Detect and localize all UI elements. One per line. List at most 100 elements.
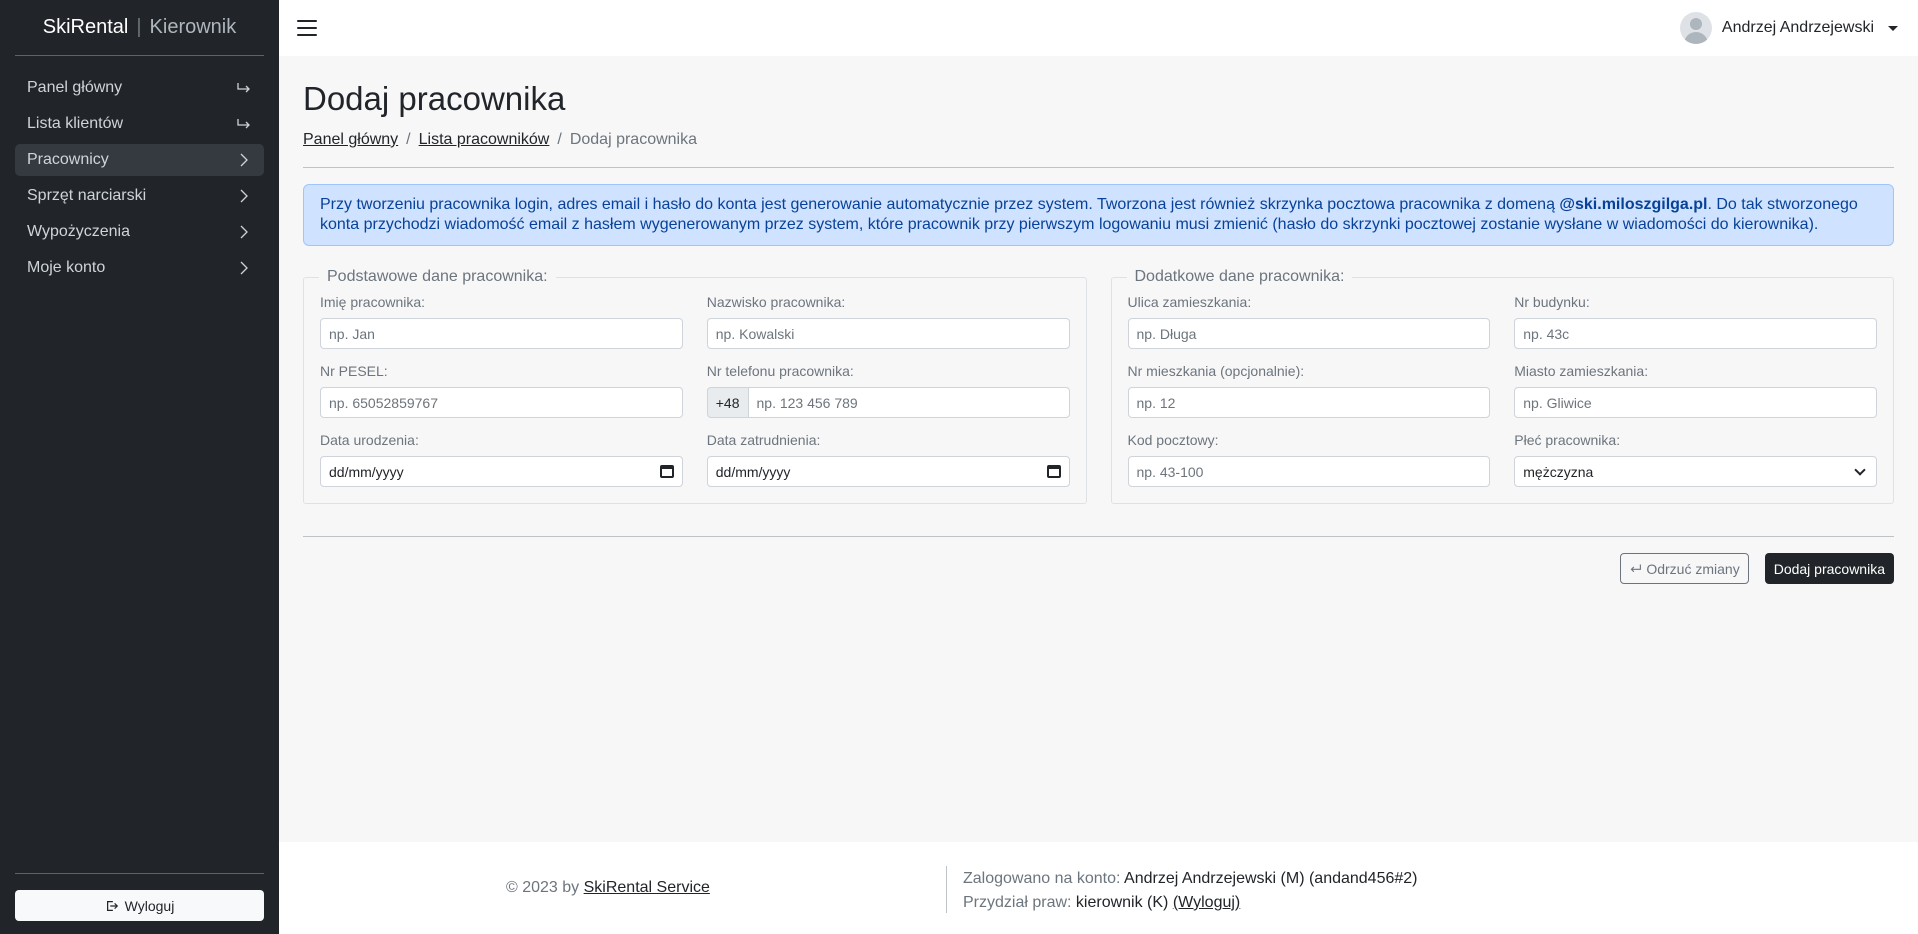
street-label: Ulica zamieszkania: (1127, 294, 1252, 310)
apartment-label: Nr mieszkania (opcjonalnie): (1127, 363, 1305, 379)
sidebar-item-pracownicy[interactable]: Pracownicy (15, 144, 264, 176)
alert-domain: @ski.miloszgilga.pl (1559, 196, 1708, 213)
sidebar-nav: Panel główny Lista klientów Pracownicy S… (0, 72, 279, 284)
city-field-group: Miasto zamieszkania: np. Gliwice (1514, 363, 1877, 418)
phone-prefix: +48 (706, 387, 748, 418)
street-input[interactable]: np. Długa (1127, 318, 1491, 349)
last-name-input[interactable]: np. Kowalski (706, 318, 1070, 349)
brand-role: Kierownik (149, 16, 237, 38)
gender-select[interactable]: mężczyzna (1514, 456, 1877, 487)
divider (303, 536, 1894, 537)
extra-data-fieldset: Dodatkowe dane pracownika: Ulica zamiesz… (1110, 268, 1894, 504)
info-alert: Przy tworzeniu pracownika login, adres e… (303, 184, 1894, 246)
first-name-input[interactable]: np. Jan (320, 318, 683, 349)
brand-app-name: SkiRental (42, 16, 129, 38)
birth-date-field-group: Data urodzenia: dd/mm/yyyy (320, 432, 683, 487)
hire-date-input[interactable]: dd/mm/yyyy (706, 456, 1070, 487)
footer-service-link[interactable]: SkiRental Service (584, 879, 710, 896)
sidebar-item-sprzet-narciarski[interactable]: Sprzęt narciarski (15, 180, 264, 212)
breadcrumb-current: Dodaj pracownika (569, 131, 697, 148)
sidebar-item-label: Pracownicy (27, 151, 109, 168)
calendar-icon[interactable] (1046, 465, 1061, 478)
building-field-group: Nr budynku: np. 43c (1514, 294, 1877, 349)
pesel-label: Nr PESEL: (320, 363, 388, 379)
birth-date-input[interactable]: dd/mm/yyyy (320, 456, 683, 487)
phone-input[interactable]: np. 123 456 789 (747, 387, 1070, 418)
hire-date-value: dd/mm/yyyy (715, 463, 791, 480)
footer-rights-label: Przydział praw: (963, 894, 1076, 911)
calendar-icon[interactable] (659, 465, 674, 478)
hamburger-menu-icon[interactable] (297, 20, 317, 36)
basic-data-legend: Podstawowe dane pracownika: (327, 268, 548, 285)
chevron-down-icon (1854, 463, 1866, 476)
main-content: Dodaj pracownika Panel główny / Lista pr… (279, 56, 1918, 584)
form-fieldsets: Podstawowe dane pracownika: Imię pracown… (303, 268, 1894, 504)
breadcrumb-lista-pracownikow[interactable]: Lista pracowników (419, 131, 550, 149)
postal-label: Kod pocztowy: (1127, 432, 1219, 448)
sidebar-item-label: Panel główny (27, 79, 123, 96)
city-input[interactable]: np. Gliwice (1514, 387, 1877, 418)
divider (15, 873, 264, 874)
birth-date-label: Data urodzenia: (320, 432, 419, 448)
sidebar-item-label: Sprzęt narciarski (27, 187, 147, 204)
caret-down-icon (1888, 25, 1898, 31)
chevron-right-icon (240, 225, 248, 239)
sidebar-bottom: Wyloguj (15, 873, 264, 921)
sidebar-logout-label: Wyloguj (124, 897, 175, 914)
sidebar-logout-button[interactable]: Wyloguj (15, 890, 264, 921)
breadcrumb-divider: / (557, 131, 562, 148)
arrow-return-left-icon (1630, 564, 1642, 573)
pesel-input[interactable]: np. 65052859767 (320, 387, 683, 418)
arrow-return-right-icon (237, 119, 250, 129)
footer-copy-prefix: © 2023 by (506, 879, 584, 896)
footer-copyright: © 2023 by SkiRental Service (506, 879, 710, 897)
footer-rights-row: Przydział praw: kierownik (K) (Wyloguj) (963, 891, 1418, 915)
sidebar-item-label: Lista klientów (27, 115, 124, 132)
pesel-field-group: Nr PESEL: np. 65052859767 (320, 363, 683, 418)
footer-logged-value: Andrzej Andrzejewski (M) (andand456#2) (1124, 870, 1418, 887)
sidebar-item-wypozyczenia[interactable]: Wypożyczenia (15, 216, 264, 248)
footer-account-info: Zalogowano na konto: Andrzej Andrzejewsk… (963, 867, 1418, 915)
building-input[interactable]: np. 43c (1514, 318, 1877, 349)
sidebar: SkiRental | Kierownik Panel główny Lista… (0, 0, 279, 934)
birth-date-value: dd/mm/yyyy (329, 463, 404, 480)
brand[interactable]: SkiRental | Kierownik (15, 0, 264, 56)
user-menu[interactable]: Andrzej Andrzejewski (1679, 12, 1898, 44)
chevron-right-icon (240, 189, 248, 203)
topbar: Andrzej Andrzejewski (279, 0, 1918, 56)
breadcrumb-panel-glowny[interactable]: Panel główny (303, 131, 398, 149)
discard-changes-label: Odrzuć zmiany (1646, 560, 1740, 577)
breadcrumb-divider: / (406, 131, 411, 148)
street-field-group: Ulica zamieszkania: np. Długa (1127, 294, 1491, 349)
arrow-return-right-icon (237, 83, 250, 93)
apartment-input[interactable]: np. 12 (1127, 387, 1491, 418)
city-label: Miasto zamieszkania: (1514, 363, 1649, 379)
postal-input[interactable]: np. 43-100 (1127, 456, 1491, 487)
first-name-label: Imię pracownika: (320, 294, 426, 310)
footer-logout-link[interactable]: (Wyloguj) (1173, 894, 1240, 911)
page-title: Dodaj pracownika (303, 80, 566, 117)
last-name-label: Nazwisko pracownika: (706, 294, 846, 310)
sidebar-item-moje-konto[interactable]: Moje konto (15, 252, 264, 284)
sidebar-item-panel-glowny[interactable]: Panel główny (15, 72, 264, 104)
first-name-field-group: Imię pracownika: np. Jan (320, 294, 683, 349)
phone-label: Nr telefonu pracownika: (706, 363, 854, 379)
box-arrow-right-icon (106, 900, 118, 911)
breadcrumb: Panel główny / Lista pracowników / Dodaj… (303, 131, 1894, 149)
phone-field-group: Nr telefonu pracownika: +48 np. 123 456 … (706, 363, 1070, 418)
footer-logged-row: Zalogowano na konto: Andrzej Andrzejewsk… (963, 867, 1418, 891)
footer-rights-value: kierownik (K) (1075, 894, 1173, 911)
alert-text-before: Przy tworzeniu pracownika login, adres e… (320, 196, 1560, 213)
divider (303, 167, 1894, 168)
form-actions: Odrzuć zmiany Dodaj pracownika (303, 553, 1894, 584)
footer-logged-label: Zalogowano na konto: (963, 870, 1125, 887)
extra-data-legend: Dodatkowe dane pracownika: (1134, 268, 1345, 285)
sidebar-item-label: Moje konto (27, 259, 106, 276)
footer: © 2023 by SkiRental Service Zalogowano n… (279, 842, 1918, 934)
gender-label: Płeć pracownika: (1514, 432, 1621, 448)
sidebar-item-label: Wypożyczenia (27, 223, 131, 240)
discard-changes-button[interactable]: Odrzuć zmiany (1620, 553, 1749, 584)
add-employee-button[interactable]: Dodaj pracownika (1764, 553, 1894, 584)
hire-date-field-group: Data zatrudnienia: dd/mm/yyyy (706, 432, 1070, 487)
sidebar-item-lista-klientow[interactable]: Lista klientów (15, 108, 264, 140)
